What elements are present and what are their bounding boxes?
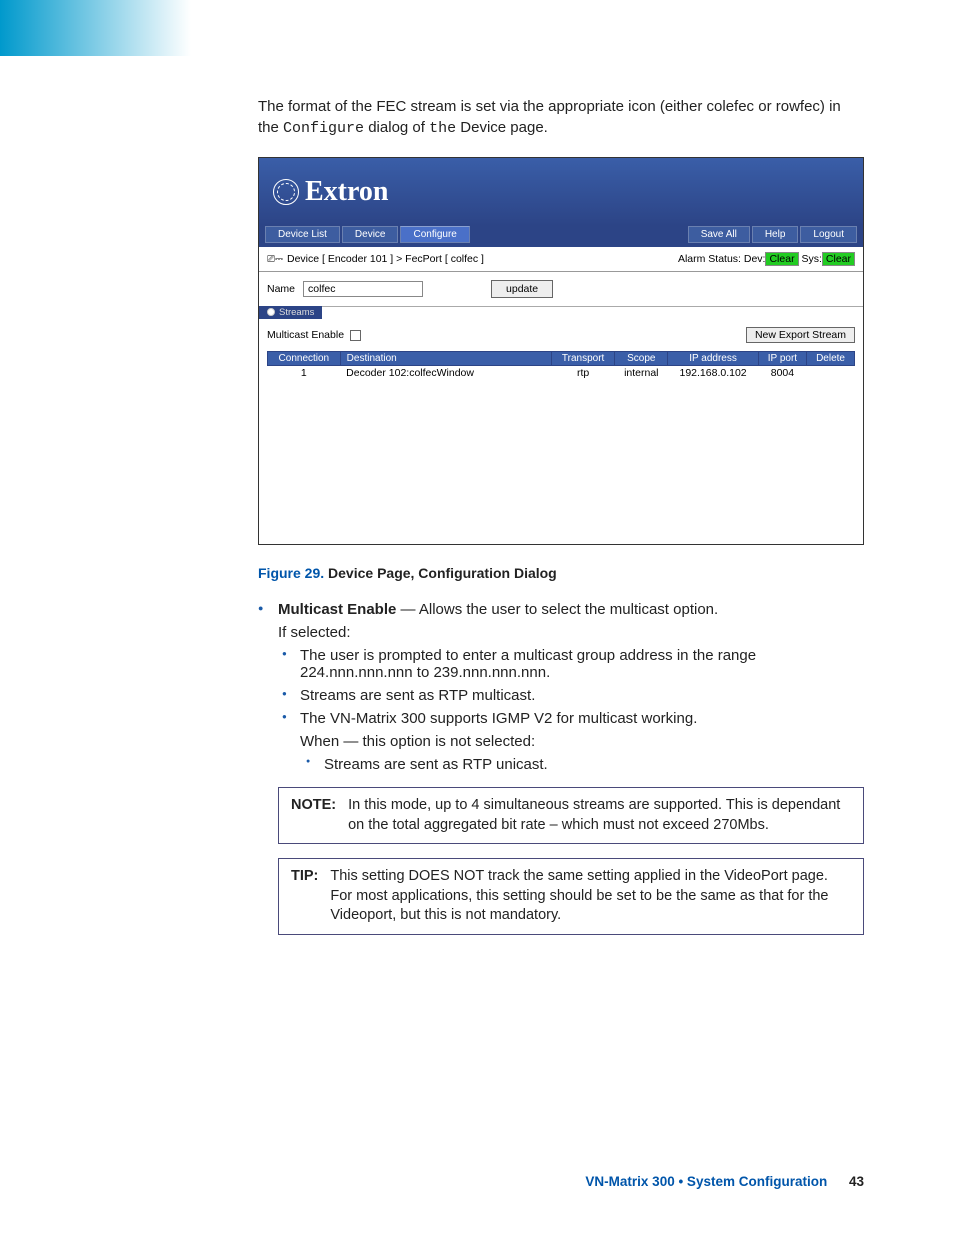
multicast-checkbox[interactable] xyxy=(350,330,361,341)
radio-icon xyxy=(267,308,275,316)
intro-paragraph: The format of the FEC stream is set via … xyxy=(258,96,864,139)
td-ip-port: 8004 xyxy=(758,366,806,381)
intro-the-mono: the xyxy=(429,120,456,137)
alarm-dev-badge: Clear xyxy=(765,252,798,266)
figure-caption: Figure 29. Device Page, Configuration Di… xyxy=(258,565,864,581)
new-export-stream-button[interactable]: New Export Stream xyxy=(746,327,855,343)
td-destination: Decoder 102:colfecWindow xyxy=(340,366,551,381)
app-header: Extron xyxy=(259,158,863,226)
breadcrumb-text: Device [ Encoder 101 ] > FecPort [ colfe… xyxy=(287,253,484,265)
streams-tab[interactable]: Streams xyxy=(259,306,322,319)
intro-text-3: Device page. xyxy=(456,119,548,136)
multicast-label: Multicast Enable xyxy=(267,329,344,341)
table-header-row: Connection Destination Transport Scope I… xyxy=(268,352,855,366)
figure-label: Figure 29. xyxy=(258,565,324,581)
td-transport: rtp xyxy=(551,366,614,381)
tip-tag: TIP: xyxy=(291,867,318,926)
device-icon: ⎚⎓ xyxy=(267,254,283,265)
breadcrumb-row: ⎚⎓ Device [ Encoder 101 ] > FecPort [ co… xyxy=(259,247,863,272)
multicast-row: Multicast Enable New Export Stream xyxy=(259,319,863,351)
name-row: Name colfec update xyxy=(259,272,863,307)
tab-device[interactable]: Device xyxy=(342,226,399,243)
intro-text-2: dialog of xyxy=(364,119,429,136)
alarm-label: Alarm Status: Dev: xyxy=(678,253,766,265)
tab-save-all[interactable]: Save All xyxy=(688,226,750,243)
th-ip-address: IP address xyxy=(668,352,758,366)
footer-page-number: 43 xyxy=(849,1174,864,1189)
list-item: Multicast Enable — Allows the user to se… xyxy=(276,601,864,935)
tab-configure[interactable]: Configure xyxy=(400,226,469,243)
figure-text: Device Page, Configuration Dialog xyxy=(324,565,557,581)
tab-row: Device List Device Configure Save All He… xyxy=(259,226,863,247)
note-body: In this mode, up to 4 simultaneous strea… xyxy=(348,796,851,835)
app-screenshot: Extron Device List Device Configure Save… xyxy=(258,157,864,545)
tab-device-list[interactable]: Device List xyxy=(265,226,340,243)
alarm-sys-label: Sys: xyxy=(801,253,821,265)
note-box: NOTE: In this mode, up to 4 simultaneous… xyxy=(278,787,864,844)
page-footer: VN-Matrix 300 • System Configuration 43 xyxy=(585,1174,864,1189)
footer-title: VN-Matrix 300 • System Configuration xyxy=(585,1174,827,1189)
multicast-enable-desc: — Allows the user to select the multicas… xyxy=(396,601,718,618)
page-content: The format of the FEC stream is set via … xyxy=(0,56,954,935)
tab-logout[interactable]: Logout xyxy=(800,226,857,243)
th-connection: Connection xyxy=(268,352,341,366)
intro-configure-mono: Configure xyxy=(283,120,364,137)
alarm-sys-badge: Clear xyxy=(822,252,855,266)
brand-logo: Extron xyxy=(273,176,389,208)
bullet-list: Multicast Enable — Allows the user to se… xyxy=(258,601,864,935)
list-item: Streams are sent as RTP unicast. xyxy=(324,756,864,773)
extron-logo-icon xyxy=(273,179,299,205)
multicast-enable-strong: Multicast Enable xyxy=(278,601,396,618)
th-delete: Delete xyxy=(807,352,855,366)
tab-help[interactable]: Help xyxy=(752,226,799,243)
th-transport: Transport xyxy=(551,352,614,366)
list-item: The user is prompted to enter a multicas… xyxy=(300,647,864,681)
when-text: When — this option is not selected: xyxy=(300,733,864,750)
tip-body: This setting DOES NOT track the same set… xyxy=(330,867,851,926)
brand-text: Extron xyxy=(305,176,389,208)
if-selected: If selected: xyxy=(278,624,864,641)
list-item: Streams are sent as RTP multicast. xyxy=(300,687,864,704)
list-item: The VN-Matrix 300 supports IGMP V2 for m… xyxy=(300,710,864,773)
th-destination: Destination xyxy=(340,352,551,366)
top-color-bar xyxy=(0,0,954,56)
td-delete xyxy=(807,366,855,381)
table-row: 1 Decoder 102:colfecWindow rtp internal … xyxy=(268,366,855,381)
note-tag: NOTE: xyxy=(291,796,336,835)
streams-table: Connection Destination Transport Scope I… xyxy=(267,351,855,380)
sub-list: The user is prompted to enter a multicas… xyxy=(278,647,864,773)
name-input[interactable]: colfec xyxy=(303,281,423,297)
td-connection: 1 xyxy=(268,366,341,381)
th-ip-port: IP port xyxy=(758,352,806,366)
tip-box: TIP: This setting DOES NOT track the sam… xyxy=(278,858,864,935)
name-label: Name xyxy=(267,283,295,295)
td-scope: internal xyxy=(615,366,668,381)
streams-tab-label: Streams xyxy=(279,307,314,318)
update-button[interactable]: update xyxy=(491,280,553,298)
th-scope: Scope xyxy=(615,352,668,366)
s3-text: The VN-Matrix 300 supports IGMP V2 for m… xyxy=(300,710,697,727)
td-ip-address: 192.168.0.102 xyxy=(668,366,758,381)
subsub-list: Streams are sent as RTP unicast. xyxy=(300,756,864,773)
alarm-status: Alarm Status: Dev:Clear Sys:Clear xyxy=(678,253,855,265)
